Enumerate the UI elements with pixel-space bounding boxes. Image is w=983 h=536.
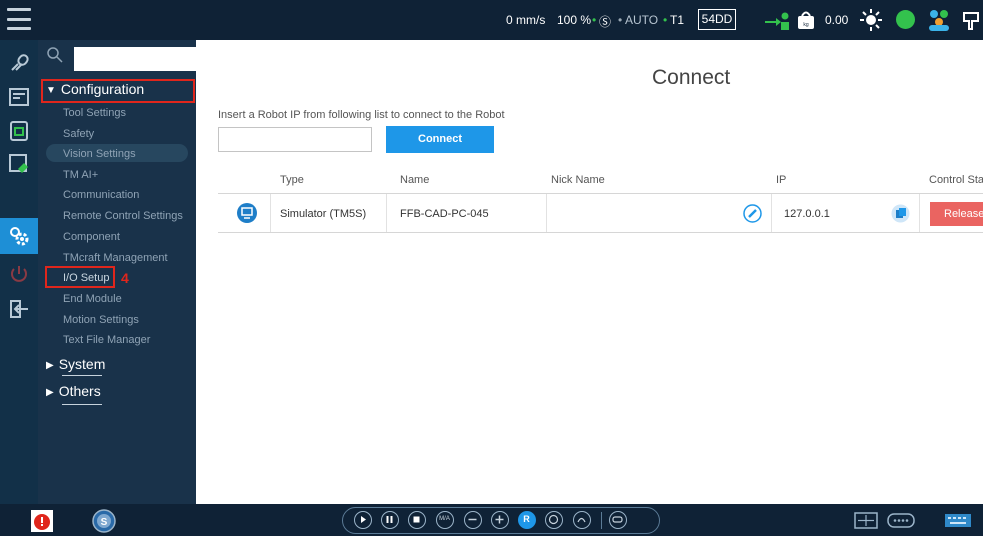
menu-system[interactable]: ▶ System [46,356,105,372]
alert-icon[interactable] [30,509,54,533]
play-button[interactable] [354,511,372,529]
svg-text:kg: kg [803,22,809,28]
link-icon[interactable] [8,52,30,74]
edit-icon[interactable] [743,204,762,223]
column-divider [919,194,920,232]
page-title: Connect [652,66,731,89]
menu-item-remote-control[interactable]: Remote Control Settings [63,210,183,222]
record-button[interactable] [545,511,563,529]
menu-icon[interactable] [7,8,31,30]
icon-rail [0,40,38,504]
menu-divider [62,404,102,405]
settings-menu: 3 ▼Configuration Tool Settings Safety Vi… [38,40,226,504]
t1-mode: T1 [670,13,685,27]
r-button[interactable]: R [518,511,536,529]
manual-auto-label: M/A [439,516,450,522]
menu-item-text-file-manager[interactable]: Text File Manager [63,334,150,346]
people-icon[interactable] [926,7,952,33]
svg-text:S: S [101,517,108,528]
menu-system-label: System [58,356,106,372]
column-divider [386,194,387,232]
expand-down-icon: ▼ [46,85,56,96]
copy-icon[interactable] [891,204,910,223]
plug-icon[interactable] [960,7,982,33]
column-divider [546,194,547,232]
dots-icon[interactable] [887,513,915,528]
menu-configuration-label: Configuration [60,81,145,97]
speed-percent[interactable]: 100 % [557,13,591,27]
column-divider [771,194,772,232]
expand-right-icon: ▶ [46,387,54,398]
speed-plus-button[interactable] [491,511,509,529]
menu-divider [62,375,102,376]
gripper-button[interactable] [573,511,591,529]
bag-icon[interactable]: kg [796,9,816,31]
menu-item-tmcraft[interactable]: TMcraft Management [63,252,168,264]
menu-item-vision-settings[interactable]: Vision Settings [63,148,136,160]
settings-tab-active[interactable] [0,218,38,254]
logout-icon[interactable] [8,298,30,320]
column-divider [270,194,271,232]
keyboard-icon[interactable] [944,513,972,528]
status-circle-icon[interactable] [896,10,915,29]
robot-icon[interactable] [764,8,790,32]
s-icon[interactable]: S [92,509,116,533]
menu-item-io-setup[interactable]: I/O Setup [63,272,109,284]
safety-s-icon: Ⓢ [599,15,612,29]
top-bar: 0 mm/s 100 % • Ⓢ • AUTO • T1 54DD kg 0.0… [0,0,983,40]
expand-right-icon: ▶ [46,360,54,371]
r-label: R [523,514,530,524]
settings-icon[interactable] [8,225,30,247]
monitor-icon[interactable] [854,512,878,529]
annotation-label-4: 4 [121,270,129,286]
sun-icon[interactable] [859,8,883,32]
manual-auto-button[interactable]: M/A [436,511,454,529]
menu-configuration[interactable]: ▼ Configuration [46,81,144,97]
row-name: FFB-CAD-PC-045 [400,208,489,220]
speed-readout: 0 mm/s [506,13,546,27]
menu-others-label: Others [58,383,101,399]
speech-button[interactable] [609,511,627,529]
flow-icon[interactable] [8,153,30,175]
menu-item-end-module[interactable]: End Module [63,293,122,305]
menu-others[interactable]: ▶ Others [46,383,101,399]
auto-mode: AUTO [625,13,659,27]
connect-button[interactable]: Connect [386,126,494,153]
release-button[interactable]: Release [930,202,983,226]
instruction-text: Insert a Robot IP from following list to… [218,109,505,121]
project-icon[interactable] [8,120,30,142]
column-ip: IP [776,174,787,186]
payload-value: 0.00 [825,13,849,27]
menu-item-motion-settings[interactable]: Motion Settings [63,314,139,326]
menu-item-safety[interactable]: Safety [63,128,94,140]
table-row-divider [218,232,983,233]
connect-panel: Connect Insert a Robot IP from following… [196,40,983,504]
robot-code: 54DD [698,9,736,30]
column-nick-name: Nick Name [551,174,605,186]
menu-item-communication[interactable]: Communication [63,189,139,201]
bottom-bar: S M/A R [0,504,983,536]
column-name: Name [400,174,430,186]
menu-item-tool-settings[interactable]: Tool Settings [63,107,126,119]
speed-minus-button[interactable] [464,511,482,529]
menu-item-tm-ai[interactable]: TM AI+ [63,169,98,181]
status-dot: • [592,13,597,27]
menu-item-component[interactable]: Component [63,231,120,243]
control-divider [601,512,602,529]
display-icon[interactable] [8,86,30,108]
t1-dot: • [663,13,668,27]
search-icon[interactable] [46,46,64,64]
column-control-status: Control Status [929,174,983,186]
auto-dot: • [618,13,623,27]
row-ip: 127.0.0.1 [784,208,830,220]
stop-button[interactable] [408,511,426,529]
robot-ip-input[interactable] [218,127,372,152]
power-icon[interactable] [8,263,30,285]
column-type: Type [280,174,304,186]
row-type: Simulator (TM5S) [280,208,367,220]
simulator-icon [237,203,257,223]
pause-button[interactable] [381,511,399,529]
